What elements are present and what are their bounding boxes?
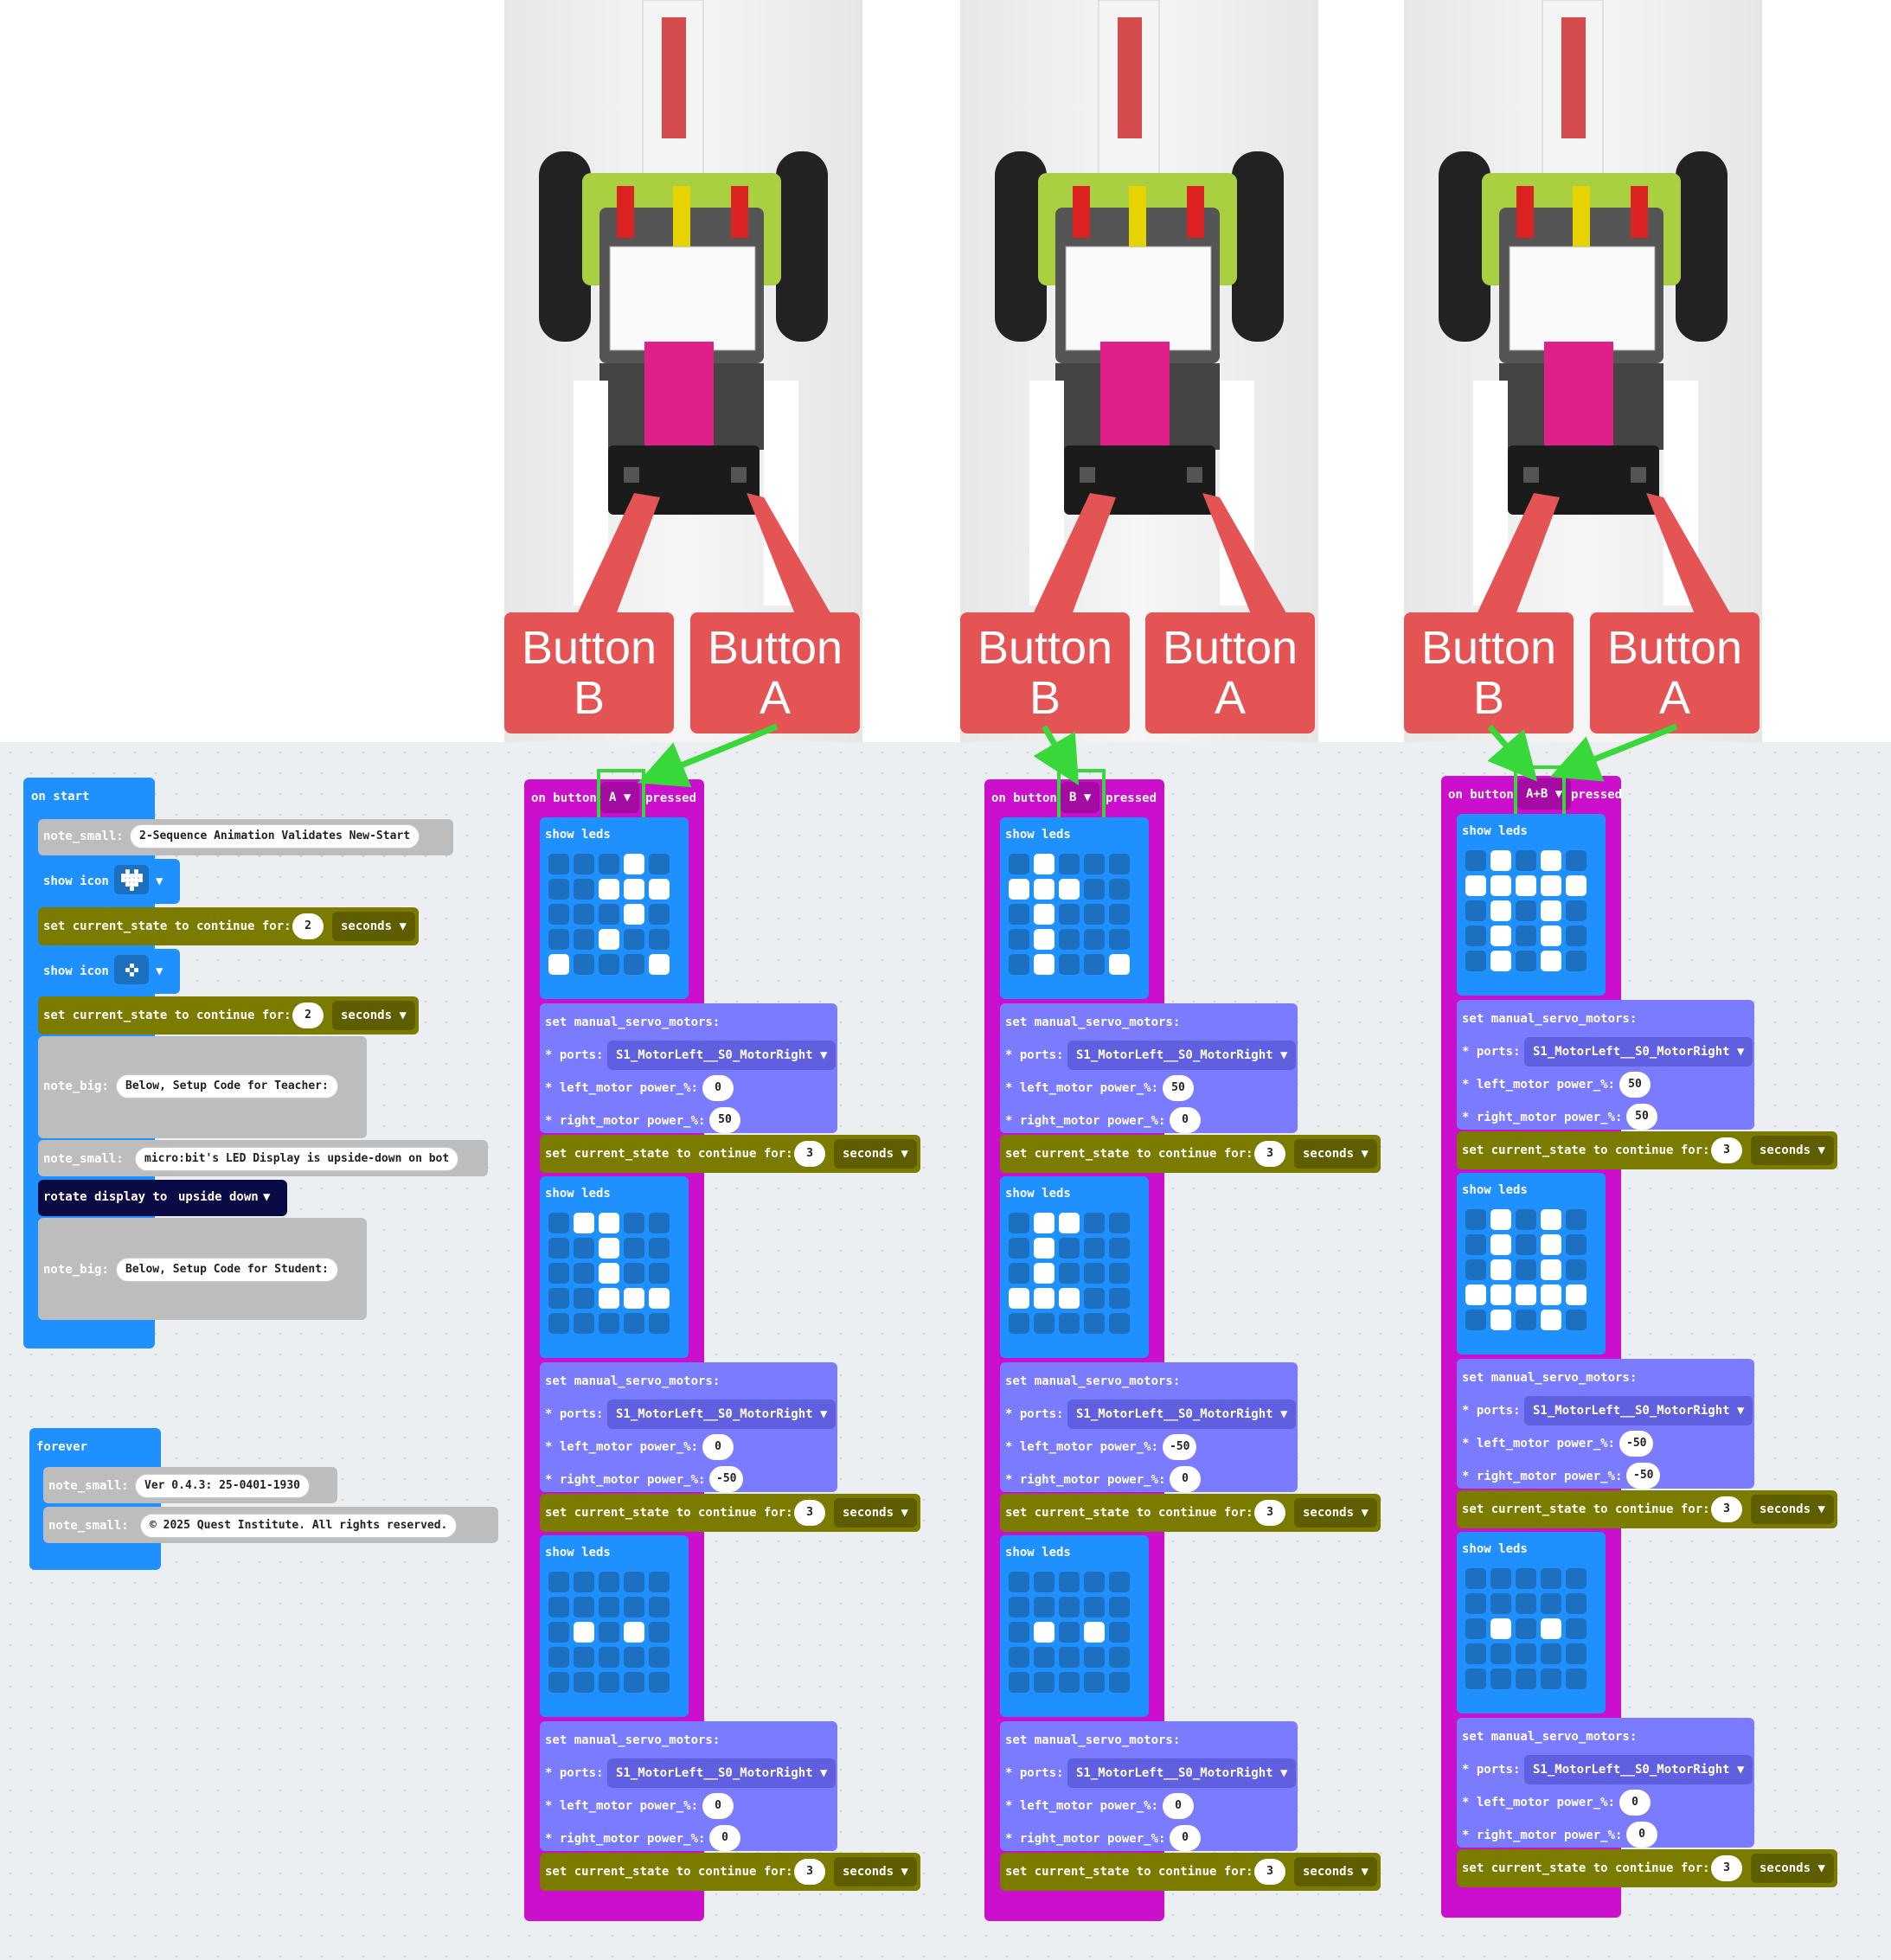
- arrow-button-ab-b: [1487, 724, 1538, 782]
- arrow-button-ab-a: [1549, 723, 1678, 782]
- arrows-overlay: [638, 723, 1678, 788]
- arrow-button-a: [638, 723, 779, 788]
- arrow-button-b: [1033, 725, 1080, 786]
